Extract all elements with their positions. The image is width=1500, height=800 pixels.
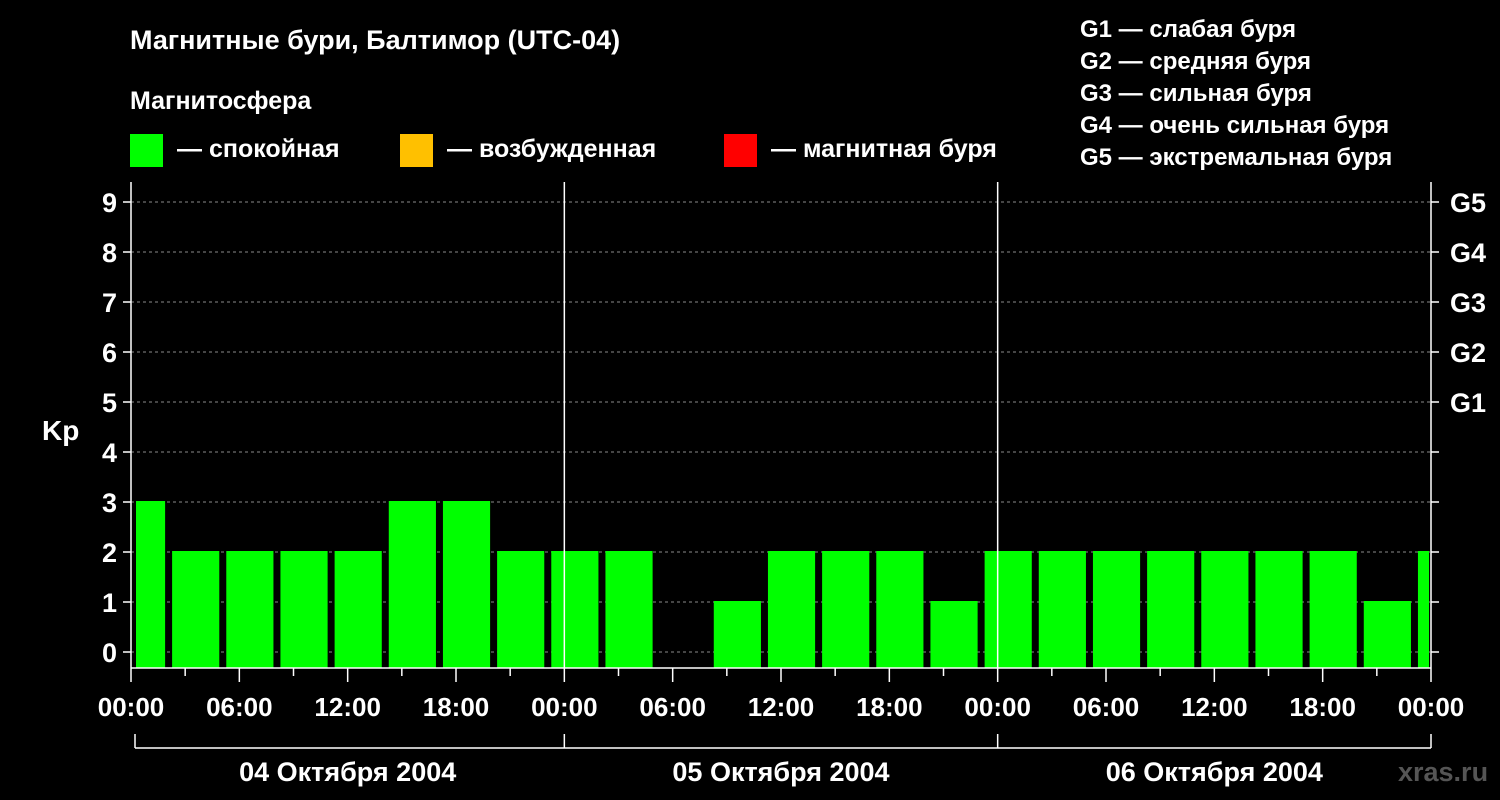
kp-bar [442,501,491,668]
legend-label-calm: — спокойная [177,135,340,163]
storm-scale-g1: G1 — слабая буря [1080,16,1296,43]
y-tick-label: 2 [102,538,117,568]
kp-bar [136,501,166,668]
kp-bar [1201,551,1249,668]
x-tick-label: 00:00 [964,692,1031,722]
x-tick-label: 12:00 [1181,692,1248,722]
legend-label-storm: — магнитная буря [771,135,997,163]
y-tick-label: 9 [102,188,117,218]
legend-swatch-calm [130,134,163,167]
y-tick-label: 5 [102,388,117,418]
kp-bar [172,551,220,668]
day-label: 05 Октября 2004 [672,757,889,787]
y-tick-label: 1 [102,588,117,618]
bars [136,501,1429,668]
x-tick-label: 06:00 [639,692,706,722]
kp-bar [1363,601,1411,668]
kp-bar [226,551,274,668]
legend-swatch-excited [400,134,433,167]
kp-bar [551,551,599,668]
legend-swatch-storm [724,134,757,167]
kp-bar [767,551,816,668]
g-ticks: G1 G2 G3 G4 G5 [1450,188,1486,418]
x-tick-label: 18:00 [856,692,923,722]
kp-bar [334,551,382,668]
kp-bar [605,551,653,668]
y-tick-label: 7 [102,288,117,318]
kp-bar [388,501,436,668]
g-tick-label: G1 [1450,388,1486,418]
g-tick-label: G3 [1450,288,1486,318]
kp-bar [1255,551,1303,668]
x-tick-label: 12:00 [748,692,815,722]
kp-bar [497,551,545,668]
y-tick-label: 6 [102,338,117,368]
kp-bar [1417,551,1429,668]
y-tick-label: 8 [102,238,117,268]
x-tick-label: 06:00 [206,692,273,722]
x-tick-label: 12:00 [314,692,381,722]
legend-heading: Магнитосфера [130,87,312,115]
kp-bar [930,601,978,668]
legend-label-excited: — возбужденная [447,135,656,163]
kp-bar [713,601,761,668]
x-tick-label: 00:00 [1398,692,1465,722]
storm-scale-g3: G3 — сильная буря [1080,80,1312,107]
kp-bar [1147,551,1195,668]
x-tick-label: 06:00 [1073,692,1140,722]
x-tick-label: 18:00 [423,692,490,722]
watermark: xras.ru [1398,757,1488,787]
g-tick-label: G5 [1450,188,1486,218]
y-axis-label: Kp [42,415,79,446]
x-tick-label: 00:00 [98,692,165,722]
storm-scale-g5: G5 — экстремальная буря [1080,144,1392,171]
storm-scale-g4: G4 — очень сильная буря [1080,112,1389,139]
g-tick-label: G2 [1450,338,1486,368]
day-label: 04 Октября 2004 [239,757,456,787]
y-tick-label: 0 [102,638,117,668]
y-tick-label: 4 [102,438,117,468]
day-label: 06 Октября 2004 [1106,757,1323,787]
kp-bar [984,551,1032,668]
storm-scale-g2: G2 — средняя буря [1080,48,1311,75]
kp-bar [822,551,870,668]
x-tick-label: 00:00 [531,692,598,722]
kp-bar [1092,551,1141,668]
x-ticks: 00:00 06:00 12:00 18:00 00:00 06:00 12:00 18:00… [98,668,1465,722]
kp-bar [280,551,328,668]
kp-chart: Магнитные бури, Балтимор (UTC-04) Магнит… [42,16,1488,787]
kp-bar [876,551,924,668]
g-tick-label: G4 [1450,238,1486,268]
kp-bar [1038,551,1086,668]
kp-bar [1309,551,1357,668]
y-tick-label: 3 [102,488,117,518]
chart-title: Магнитные бури, Балтимор (UTC-04) [130,25,620,55]
x-tick-label: 18:00 [1289,692,1356,722]
day-labels: 04 Октября 2004 05 Октября 2004 06 Октября… [134,734,1432,787]
